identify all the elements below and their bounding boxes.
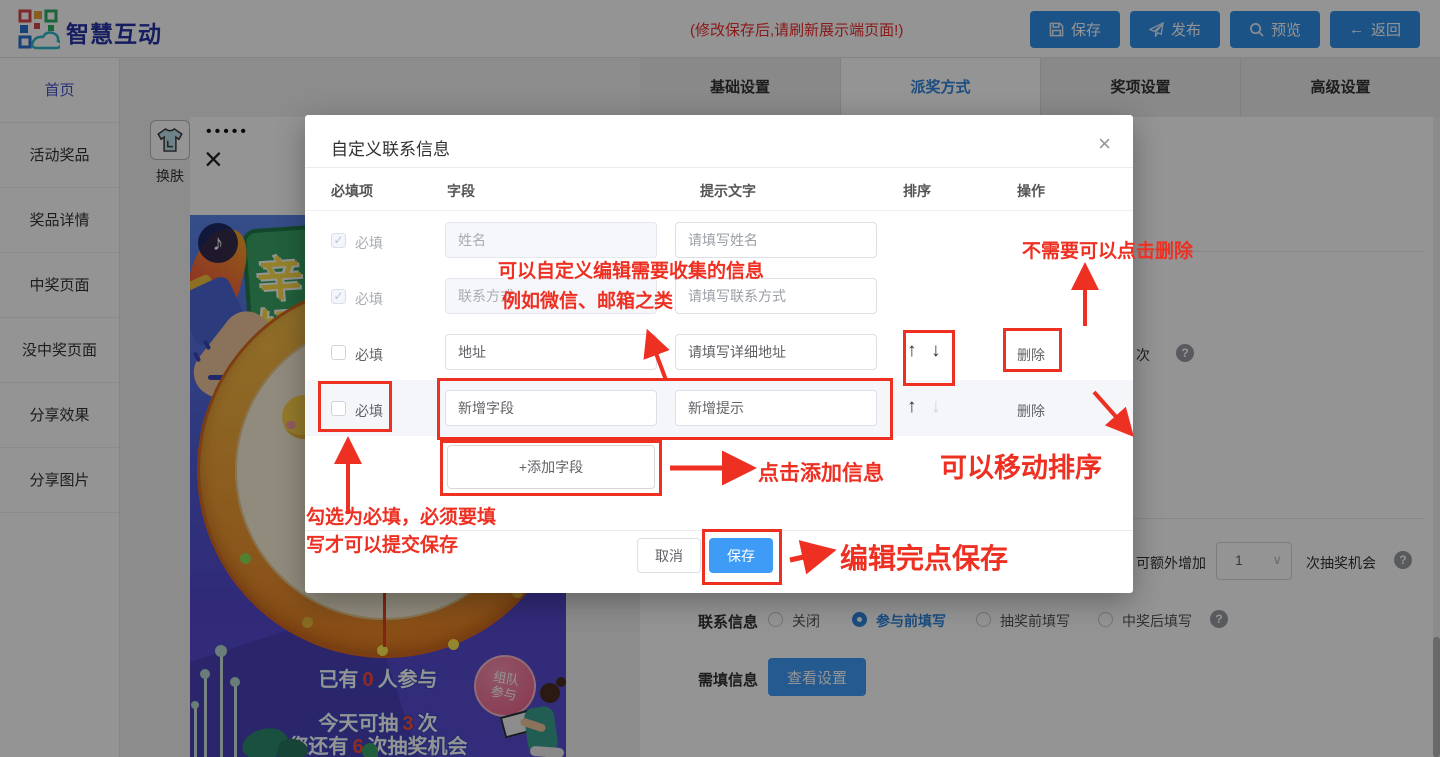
row1-field-input[interactable] <box>445 222 657 258</box>
row2-required-label: 必填 <box>355 289 383 309</box>
column-action: 操作 <box>1017 181 1045 201</box>
modal-save-button[interactable]: 保存 <box>709 538 773 573</box>
row3-hint-input[interactable] <box>675 334 877 370</box>
modal-close-icon[interactable]: × <box>1098 133 1111 155</box>
row1-required-checkbox: ✓ <box>331 233 346 248</box>
row4-required-checkbox[interactable] <box>331 401 346 416</box>
row3-required-checkbox[interactable] <box>331 345 346 360</box>
add-field-button[interactable]: +添加字段 <box>447 445 655 489</box>
row4-move-up-icon[interactable]: ↑ <box>907 396 917 418</box>
column-required: 必填项 <box>331 181 373 201</box>
row3-required-label: 必填 <box>355 345 383 365</box>
row1-required-label: 必填 <box>355 233 383 253</box>
row3-move-down-icon[interactable]: ↓ <box>931 340 941 362</box>
custom-contact-modal: 自定义联系信息 × 必填项 字段 提示文字 排序 操作 ✓ 必填 ✓ 必填 必填… <box>305 115 1133 593</box>
modal-cancel-button[interactable]: 取消 <box>637 538 701 573</box>
column-hint: 提示文字 <box>700 181 756 201</box>
column-field: 字段 <box>447 181 475 201</box>
row3-field-input[interactable] <box>445 334 657 370</box>
modal-title: 自定义联系信息 <box>331 135 450 160</box>
row4-field-input[interactable] <box>445 390 657 426</box>
row3-delete-button[interactable]: 删除 <box>1017 345 1045 365</box>
row2-required-checkbox: ✓ <box>331 289 346 304</box>
row2-hint-input[interactable] <box>675 278 877 314</box>
row4-delete-button[interactable]: 删除 <box>1017 401 1045 421</box>
row4-move-down-icon: ↓ <box>931 396 941 418</box>
column-sort: 排序 <box>903 181 931 201</box>
row3-move-up-icon[interactable]: ↑ <box>907 340 917 362</box>
row4-required-label: 必填 <box>355 401 383 421</box>
row1-hint-input[interactable] <box>675 222 877 258</box>
app-window: 智慧互动 (修改保存后,请刷新展示端页面!) 保存 发布 预览 ← 返回 首页 … <box>0 0 1440 757</box>
row4-hint-input[interactable] <box>675 390 877 426</box>
row2-field-input[interactable] <box>445 278 657 314</box>
